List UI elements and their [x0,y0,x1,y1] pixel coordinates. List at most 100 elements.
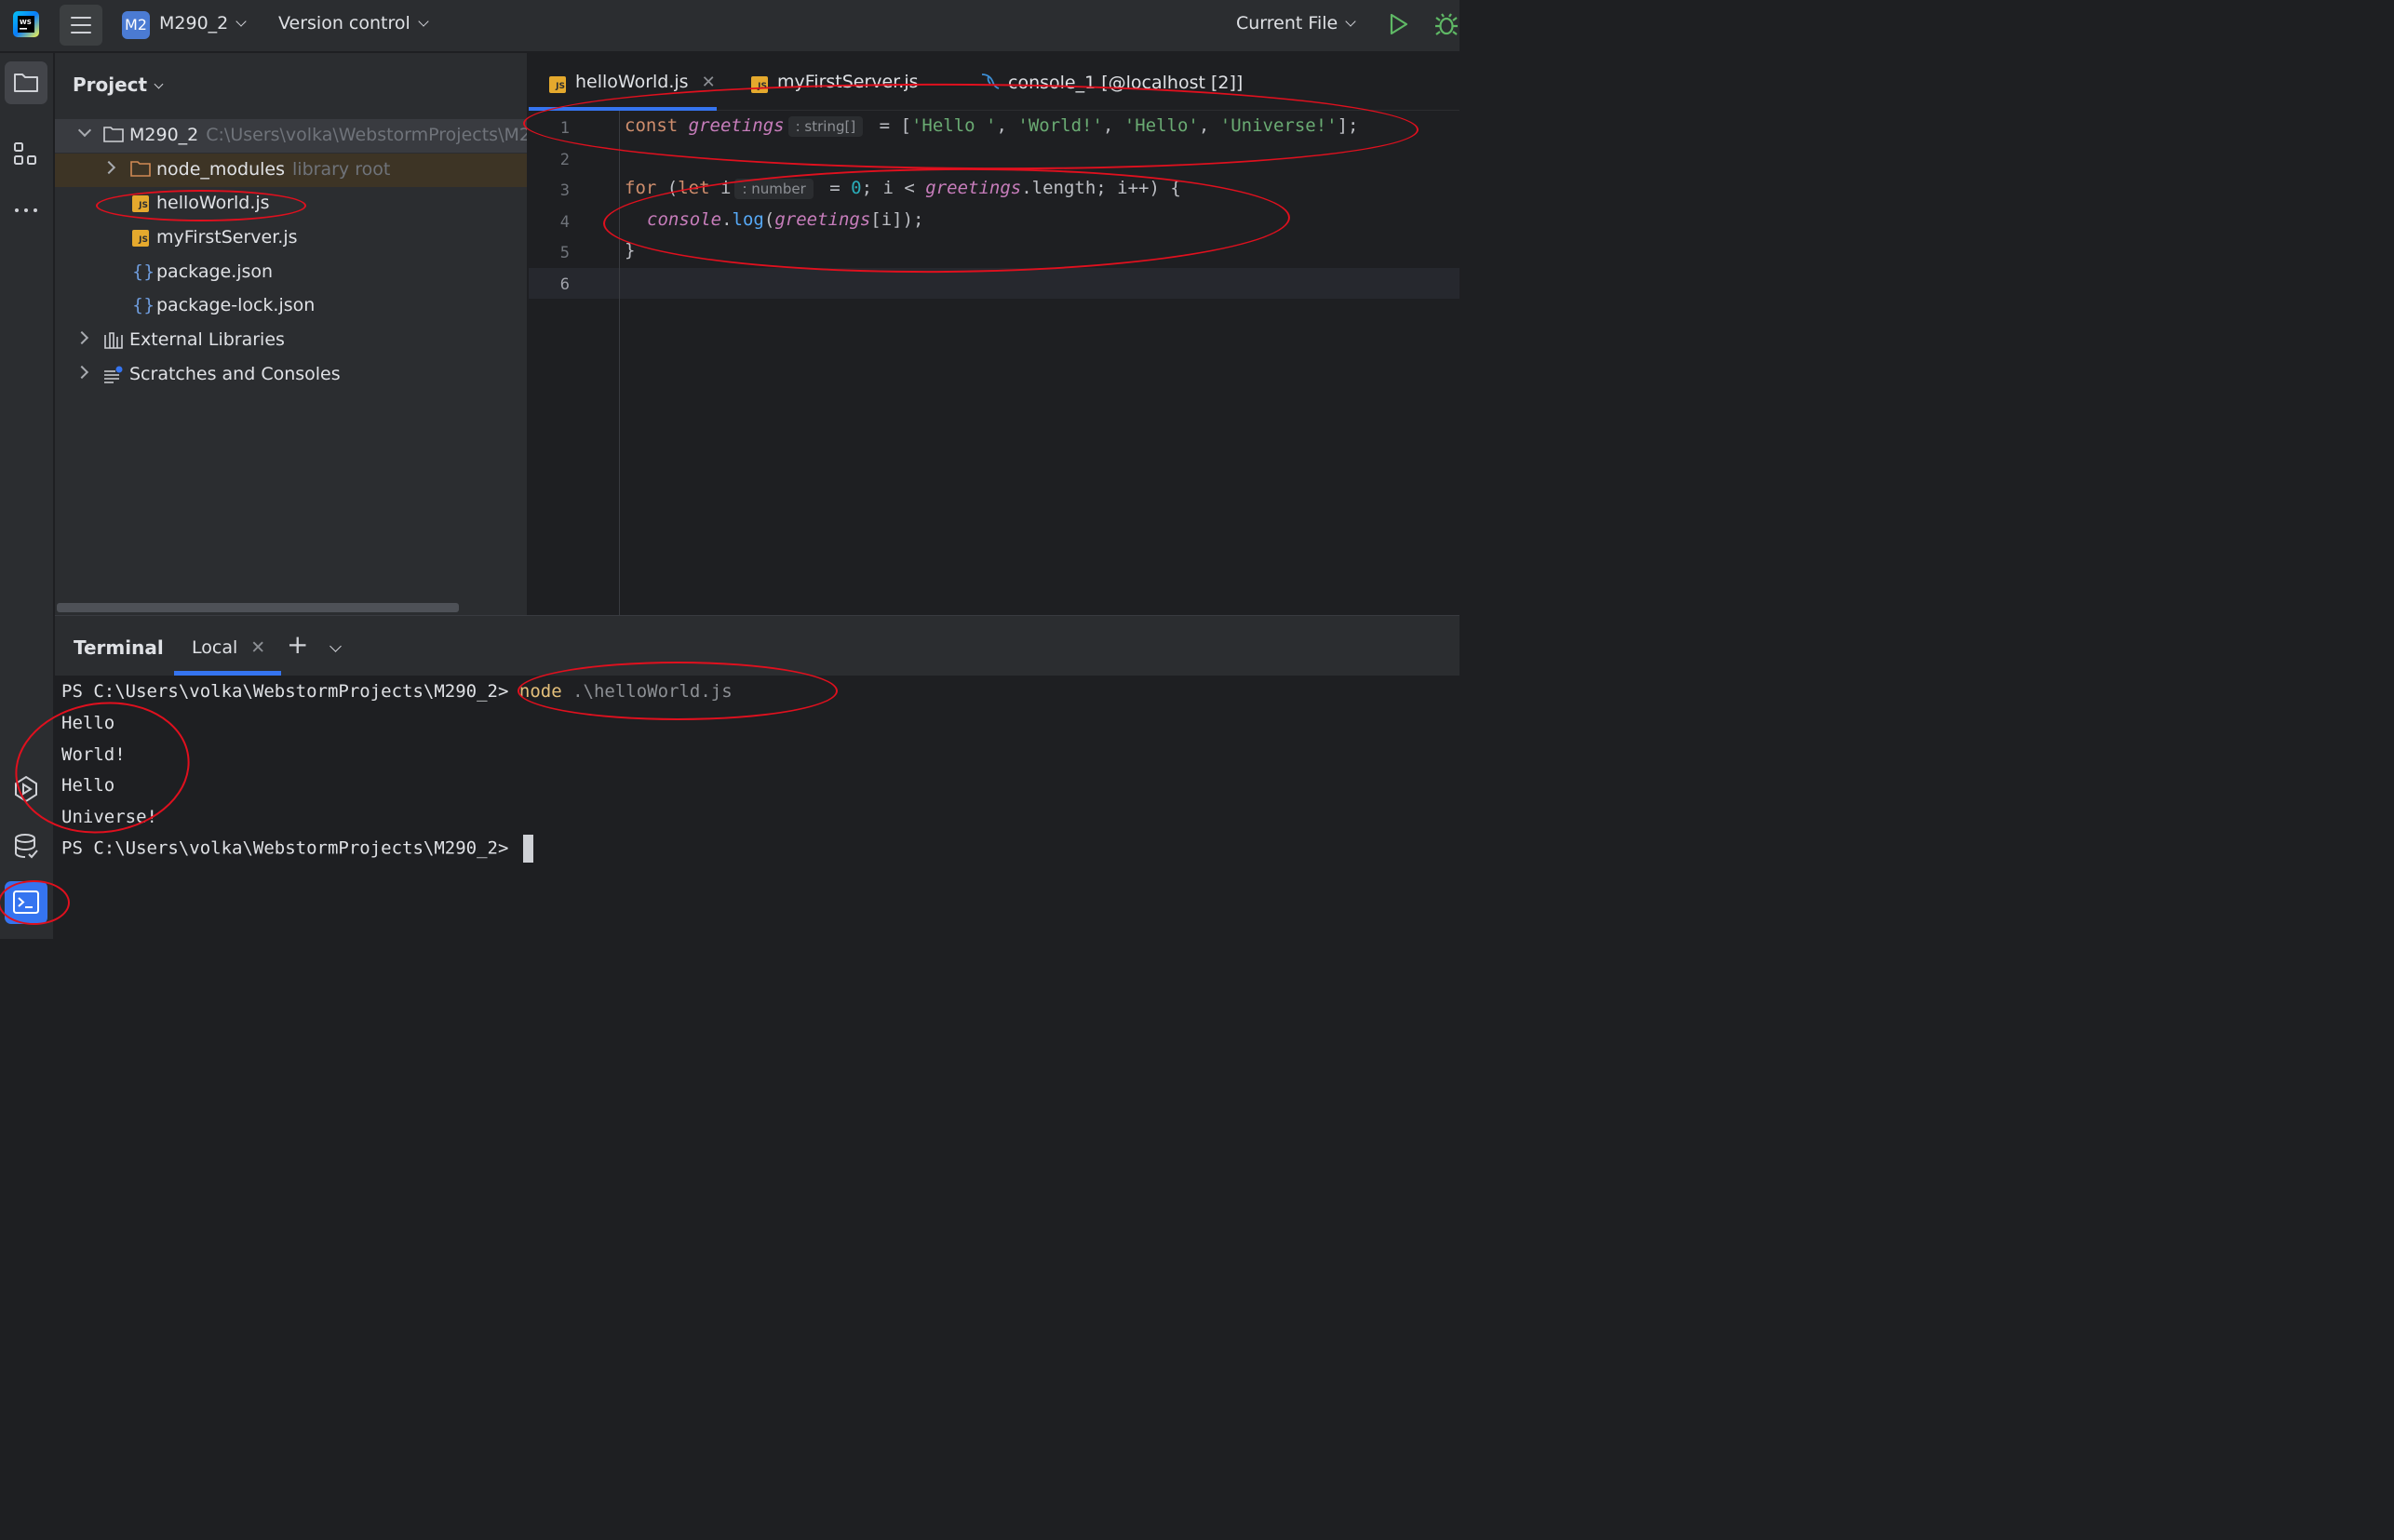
line-number: 5 [559,244,570,262]
json-file-icon: {} [132,261,155,282]
line-number: 4 [559,213,570,232]
terminal-cursor [522,835,533,863]
expand-arrow-icon[interactable] [101,160,116,175]
terminal-command-line[interactable]: PS C:\Users\volka\WebstormProjects\M290_… [61,681,733,702]
new-terminal-plus-icon[interactable]: + [287,629,308,660]
tree-item-root[interactable]: M290_2 C:\Users\volka\WebstormProjects\M2… [55,119,527,153]
tree-item-package-json[interactable]: {} package.json [55,256,527,289]
project-badge[interactable]: M2 [122,11,150,39]
webstorm-logo-icon[interactable]: WS [13,11,39,37]
code-line-5[interactable]: } [625,240,635,261]
root-folder-name: M290_2 [129,125,199,145]
scratches-icon [104,366,123,383]
current-line-highlight [529,268,1459,299]
library-icon [104,332,123,349]
database-tool-button[interactable] [5,825,47,868]
code-text: .length; i++) { [1021,178,1181,198]
terminal-header: Terminal Local ✕ + [55,616,1459,676]
tree-item-helloworld[interactable]: JS helloWorld.js [55,187,527,221]
run-configuration-selector[interactable]: Current File [1236,13,1356,33]
project-panel-header[interactable]: Project [73,74,164,96]
line-number: 6 [559,275,570,294]
external-libraries-label: External Libraries [129,329,285,350]
code-text: ]; [1337,115,1359,136]
variable: greetings [925,178,1022,198]
scratches-label: Scratches and Consoles [129,364,341,384]
string-literal: 'Universe!' [1219,115,1338,136]
collapse-arrow-icon[interactable] [77,123,92,138]
version-control-label: Version control [278,13,410,33]
code-text: ( [763,209,775,230]
tab-console[interactable]: console_1 [@localhost [2]] [980,72,1243,93]
tree-item-external-libraries[interactable]: External Libraries [55,324,527,357]
keyword: let [678,178,710,198]
keyword: for [625,178,657,198]
terminal-tab-local[interactable]: Local ✕ [192,637,265,658]
terminal-command: node [518,681,562,702]
file-label: package.json [156,261,274,282]
horizontal-scrollbar[interactable] [57,603,459,612]
chevron-down-icon [154,79,164,89]
code-line-3[interactable]: for (let i: number = 0; i < greetings.le… [625,178,1181,199]
type-inlay-hint: : number [734,179,814,199]
tree-item-node-modules[interactable]: node_modules library root [55,154,527,187]
close-icon[interactable]: ✕ [250,637,265,658]
function-call: log [732,209,764,230]
expand-arrow-icon[interactable] [74,330,89,345]
tab-label: console_1 [@localhost [2]] [1008,73,1244,93]
line-number: 1 [559,119,570,138]
tab-myfirstserver[interactable]: JS myFirstServer.js [751,72,919,93]
terminal-prompt: PS C:\Users\volka\WebstormProjects\M290_… [61,837,519,859]
editor-tab-bar: JS helloWorld.js ✕ JS myFirstServer.js cons… [529,53,1459,111]
code-text: = [ [879,115,911,136]
js-file-icon: JS [751,76,768,93]
code-line-1[interactable]: const greetings: string[] = ['Hello ', '… [625,115,1359,137]
type-inlay-hint: : string[] [787,116,864,137]
code-text: i [709,178,732,198]
structure-tool-button[interactable] [5,133,47,176]
folder-icon [103,127,124,142]
tool-window-strip [0,53,54,939]
tab-helloworld[interactable]: JS helloWorld.js ✕ [549,72,716,93]
services-tool-button[interactable] [5,768,47,810]
folder-icon [130,161,151,177]
library-root-hint: library root [292,159,391,180]
tree-item-package-lock-json[interactable]: {} package-lock.json [55,289,527,323]
expand-arrow-icon[interactable] [74,365,89,380]
terminal-tab-label: Local [192,637,238,658]
string-literal: 'World!' [1017,115,1103,136]
svg-text:WS: WS [20,19,32,26]
chevron-down-icon [1345,16,1356,27]
terminal-prompt: PS C:\Users\volka\WebstormProjects\M290_… [61,681,519,702]
project-panel: Project M290_2 C:\Users\volka\WebstormPro… [55,53,528,615]
terminal-title: Terminal [74,636,164,659]
debug-icon[interactable] [1433,11,1459,37]
tree-item-scratches[interactable]: Scratches and Consoles [55,358,527,392]
line-number-gutter: 1 2 3 4 5 6 [529,111,620,615]
project-tool-button[interactable] [5,61,47,104]
terminal-output-line: Universe! [61,807,157,827]
tab-label: helloWorld.js [575,72,689,92]
close-icon[interactable]: ✕ [702,73,716,92]
tree-item-myfirstserver[interactable]: JS myFirstServer.js [55,221,527,255]
code-text: [i]); [870,209,924,230]
chevron-down-icon[interactable] [330,640,342,652]
more-tools-button[interactable] [5,189,47,232]
js-file-icon: JS [549,76,566,93]
code-text: ; i < [861,178,926,198]
code-line-4[interactable]: console.log(greetings[i]); [647,209,923,230]
terminal-input-line[interactable]: PS C:\Users\volka\WebstormProjects\M290_… [61,835,533,863]
main-menu-button[interactable] [60,5,102,46]
keyword: const [625,115,679,136]
code-text: ( [656,178,679,198]
version-control-menu[interactable]: Version control [278,13,429,33]
number-literal: 0 [851,178,862,198]
terminal-tool-button[interactable] [5,881,47,924]
root-folder-path: C:\Users\volka\WebstormProjects\M290_2 [206,125,527,145]
run-configuration-label: Current File [1236,13,1338,33]
project-selector[interactable]: M290_2 [159,13,247,33]
variable: greetings [774,209,871,230]
chevron-down-icon [235,16,247,27]
run-icon[interactable] [1389,13,1409,35]
terminal-output-line: World! [61,744,126,765]
